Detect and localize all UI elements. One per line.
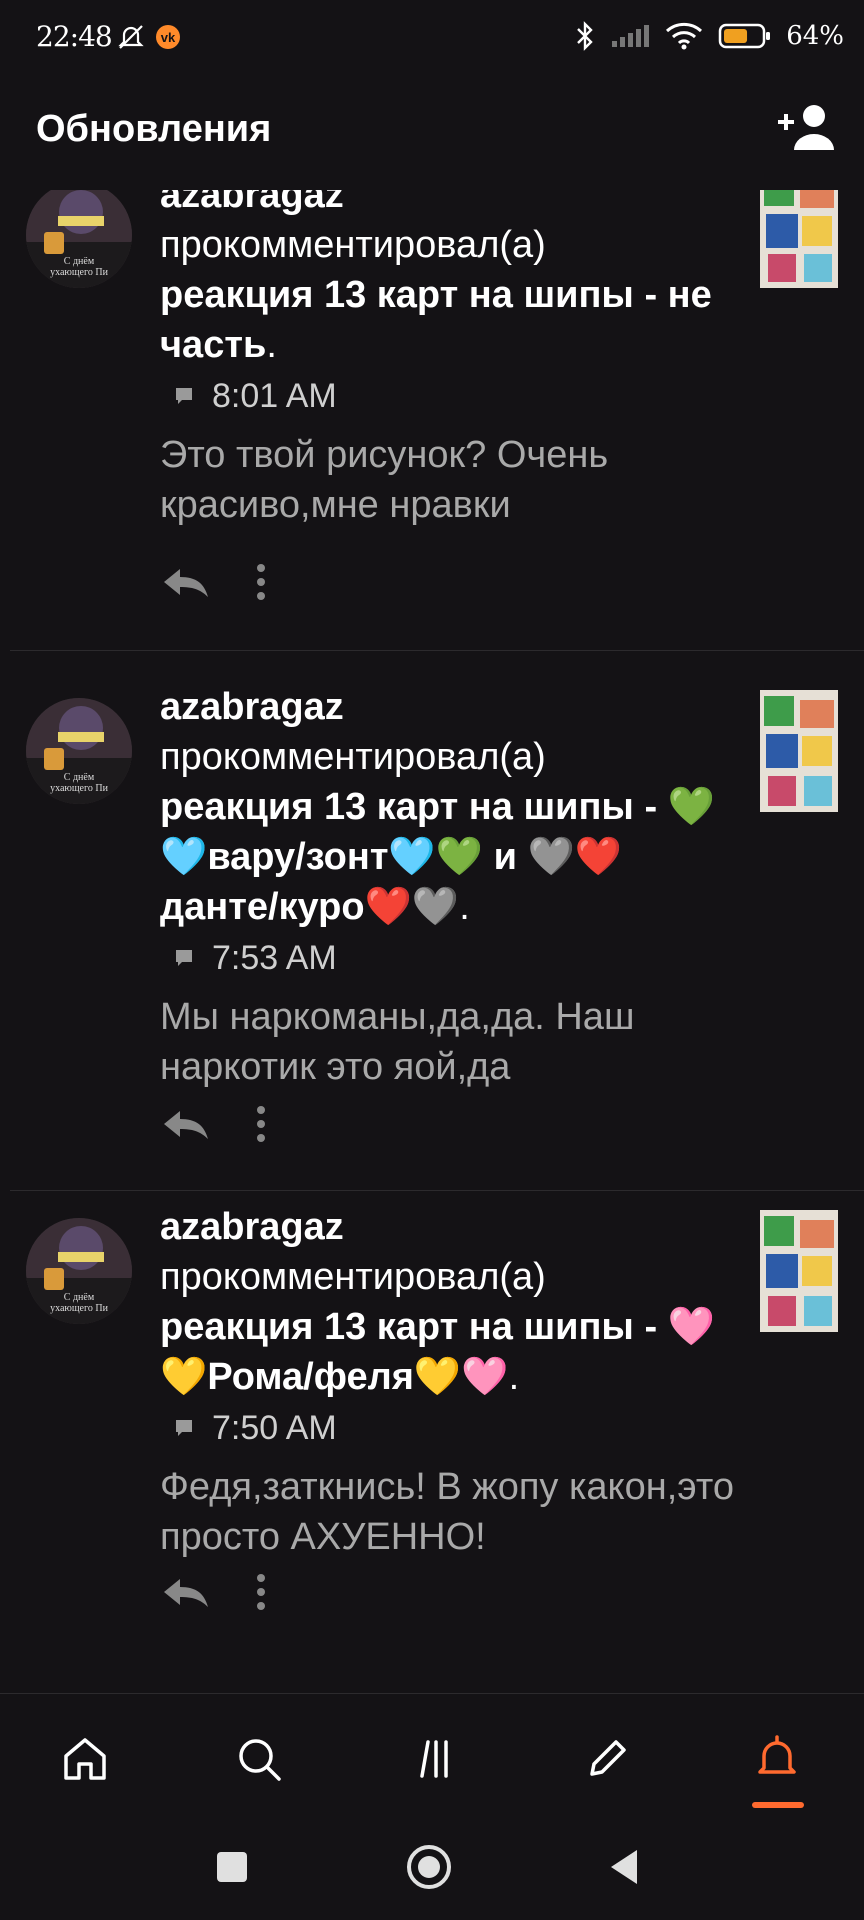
- more-options-icon[interactable]: [254, 1104, 268, 1144]
- post-title[interactable]: реакция 13 карт на шипы - 🩷💛Рома/феля💛🩷: [160, 1306, 715, 1398]
- timestamp: 7:53 AM: [212, 939, 337, 977]
- back-icon: [611, 1850, 637, 1884]
- bell-icon: [758, 1735, 796, 1774]
- timestamp: 8:01 AM: [212, 377, 337, 415]
- author-name[interactable]: azabragaz: [160, 682, 740, 732]
- back-button[interactable]: [600, 1842, 650, 1892]
- thumbnail-image: [760, 690, 838, 812]
- time-row: 8:01 AM: [174, 370, 740, 422]
- post-title[interactable]: реакция 13 карт на шипы - 💚🩵вару/зонт🩵💚 …: [160, 786, 715, 928]
- nav-search[interactable]: [224, 1724, 294, 1794]
- nav-home[interactable]: [50, 1724, 120, 1794]
- actions-row: [160, 1104, 268, 1144]
- home-icon: [64, 1738, 106, 1780]
- post-thumbnail[interactable]: [760, 690, 838, 812]
- reply-icon[interactable]: [160, 1575, 210, 1609]
- page-title: Обновления: [36, 108, 272, 150]
- actions-row: [160, 1572, 268, 1612]
- pencil-icon: [590, 1740, 626, 1776]
- battery-icon: [718, 23, 771, 49]
- feed-icon: [420, 1740, 448, 1778]
- recents-icon: [217, 1852, 247, 1882]
- comment-text: Мы наркоманы,да,да. Наш наркотик это яой…: [160, 996, 635, 1088]
- actions-row: [160, 562, 268, 602]
- comment-text: Это твой рисунок? Очень красиво,мне нрав…: [160, 434, 609, 526]
- divider: [10, 1190, 864, 1191]
- status-left-icons: vk: [116, 22, 180, 52]
- status-time: 22:48: [36, 20, 113, 53]
- divider: [10, 650, 864, 651]
- system-navigation: [0, 1820, 864, 1920]
- notifications-feed[interactable]: С днём ухающего Пи azabragaz прокомменти…: [0, 190, 864, 1690]
- vk-icon: vk: [156, 25, 180, 49]
- status-right-icons: 64%: [574, 20, 844, 52]
- nav-write[interactable]: [572, 1724, 642, 1794]
- notification-body: azabragaz прокомментировал(а) реакция 13…: [160, 682, 740, 1092]
- wifi-icon: [666, 22, 703, 50]
- reply-icon[interactable]: [160, 565, 210, 599]
- nav-notifications[interactable]: [742, 1724, 812, 1794]
- mute-bell-icon: [118, 25, 144, 49]
- more-options-icon[interactable]: [254, 1572, 268, 1612]
- post-thumbnail[interactable]: [760, 190, 838, 288]
- system-home-button[interactable]: [404, 1842, 454, 1892]
- comment-text: Федя,заткнись! В жопу какон,это просто А…: [160, 1466, 734, 1558]
- more-options-icon[interactable]: [254, 562, 268, 602]
- comment-icon: [176, 950, 192, 966]
- active-tab-indicator: [752, 1802, 804, 1808]
- comment-icon: [176, 388, 192, 404]
- time-row: 7:50 AM: [174, 1402, 740, 1454]
- avatar[interactable]: С днём ухающего Пи: [26, 190, 132, 288]
- bluetooth-icon: [577, 21, 593, 51]
- battery-percent: 64%: [786, 21, 844, 51]
- home-circle-icon: [407, 1845, 451, 1889]
- avatar-caption: С днём ухающего Пи: [50, 772, 108, 794]
- add-user-icon: [778, 105, 834, 150]
- avatar[interactable]: С днём ухающего Пи: [26, 1218, 132, 1324]
- action-text: прокомментировал(а): [160, 1256, 546, 1298]
- nav-feed[interactable]: [398, 1724, 468, 1794]
- thumbnail-image: [760, 1210, 838, 1332]
- action-text: прокомментировал(а): [160, 224, 546, 266]
- app-header: Обновления: [0, 100, 864, 170]
- action-text: прокомментировал(а): [160, 736, 546, 778]
- status-bar: 22:48 vk 64%: [0, 0, 864, 80]
- notification-body: azabragaz прокомментировал(а) реакция 13…: [160, 190, 740, 530]
- avatar-caption: С днём ухающего Пи: [50, 1292, 108, 1314]
- time-row: 7:53 AM: [174, 932, 740, 984]
- recents-button[interactable]: [207, 1842, 257, 1892]
- post-thumbnail[interactable]: [760, 1210, 838, 1332]
- search-icon: [239, 1739, 281, 1781]
- avatar-caption: С днём ухающего Пи: [50, 256, 108, 278]
- comment-icon: [176, 1420, 192, 1436]
- author-name[interactable]: azabragaz: [160, 1202, 740, 1252]
- post-title[interactable]: реакция 13 карт на шипы - не часть: [160, 274, 712, 366]
- notification-body: azabragaz прокомментировал(а) реакция 13…: [160, 1202, 740, 1562]
- thumbnail-image: [760, 190, 838, 288]
- avatar[interactable]: С днём ухающего Пи: [26, 698, 132, 804]
- author-name[interactable]: azabragaz: [160, 190, 740, 220]
- reply-icon[interactable]: [160, 1107, 210, 1141]
- signal-icon: [612, 25, 650, 47]
- timestamp: 7:50 AM: [212, 1409, 337, 1447]
- add-user-button[interactable]: [776, 100, 838, 156]
- bottom-navigation: [0, 1693, 864, 1822]
